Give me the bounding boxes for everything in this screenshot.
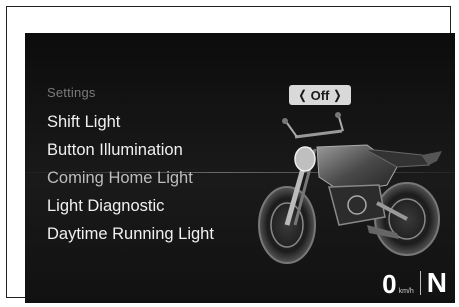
setting-value-toggle[interactable]: ❬ Off ❭ <box>289 85 351 105</box>
gear-indicator: N <box>426 267 447 298</box>
speed-unit: km/h <box>398 288 414 295</box>
menu-header: Settings <box>47 85 96 100</box>
status-bar: 0 km/h N <box>382 267 447 299</box>
dashboard-screen: Settings Shift Light Button Illumination… <box>25 33 455 303</box>
status-separator <box>419 271 421 295</box>
speed-value: 0 <box>382 269 397 299</box>
display-frame: Settings Shift Light Button Illumination… <box>6 6 455 303</box>
motorcycle-image <box>258 112 442 264</box>
chevron-right-icon: ❭ <box>332 88 343 102</box>
chevron-left-icon: ❬ <box>297 88 308 102</box>
settings-menu: Settings Shift Light Button Illumination… <box>47 85 214 248</box>
menu-item-coming-home-light[interactable]: Coming Home Light <box>47 164 214 192</box>
setting-value-label: Off <box>310 87 330 103</box>
menu-item-shift-light[interactable]: Shift Light <box>47 108 214 136</box>
menu-item-light-diagnostic[interactable]: Light Diagnostic <box>47 192 214 220</box>
menu-item-button-illumination[interactable]: Button Illumination <box>47 136 214 164</box>
menu-item-daytime-running-light[interactable]: Daytime Running Light <box>47 220 214 248</box>
